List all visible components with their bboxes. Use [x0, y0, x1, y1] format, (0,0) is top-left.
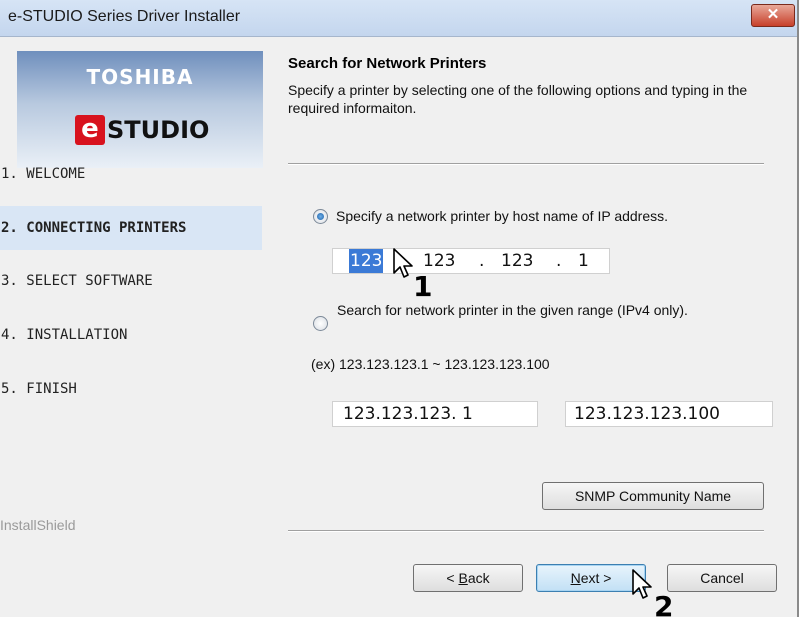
host-name-option-label[interactable]: Specify a network printer by host name o…: [336, 207, 786, 225]
ip-octet-4[interactable]: 1: [578, 249, 589, 273]
step-label: 1. WELCOME: [1, 166, 86, 182]
next-mnemonic: N: [570, 570, 581, 586]
next-button[interactable]: Next >: [536, 564, 646, 592]
title-bar[interactable]: e-STUDIO Series Driver Installer ✕: [0, 0, 797, 37]
brand-logo: TOSHIBA e STUDIO: [17, 51, 263, 168]
ip-octet-3[interactable]: 123: [501, 249, 533, 273]
cancel-button[interactable]: Cancel: [667, 564, 777, 592]
step-label: 2. CONNECTING PRINTERS: [1, 220, 187, 236]
page-title: Search for Network Printers: [288, 55, 487, 72]
estudio-logo-text: STUDIO: [107, 116, 210, 144]
step-label: 4. INSTALLATION: [1, 327, 128, 343]
ip-range-option-label[interactable]: Search for network printer in the given …: [337, 301, 737, 319]
step-finish: 5. FINISH: [0, 367, 262, 411]
snmp-community-name-button[interactable]: SNMP Community Name: [542, 482, 764, 510]
range-start-ip-field[interactable]: 123.123.123. 1: [332, 401, 538, 427]
installshield-label: InstallShield: [0, 517, 76, 533]
host-name-radio[interactable]: [313, 209, 328, 224]
range-end-ip-field[interactable]: 123.123.123.100: [565, 401, 773, 427]
header-divider: [288, 163, 764, 165]
page-description: Specify a printer by selecting one of th…: [288, 82, 748, 116]
step-select-software: 3. SELECT SOFTWARE: [0, 259, 262, 303]
footer-divider: [288, 530, 764, 532]
callout-number-2: 2: [654, 590, 674, 623]
toshiba-logo-text: TOSHIBA: [86, 65, 194, 89]
ip-octet-1[interactable]: 123: [349, 249, 384, 273]
sidebar: TOSHIBA e STUDIO 1. WELCOME 2. CONNECTIN…: [0, 37, 270, 617]
ip-dot: .: [556, 251, 562, 271]
ip-range-example: (ex) 123.123.123.1 ~ 123.123.123.100: [311, 356, 550, 372]
main-panel: Search for Network Printers Specify a pr…: [270, 37, 797, 617]
step-label: 5. FINISH: [1, 381, 77, 397]
window-title: e-STUDIO Series Driver Installer: [8, 8, 241, 25]
close-button[interactable]: ✕: [751, 4, 795, 27]
back-button[interactable]: < Back: [413, 564, 523, 592]
ip-address-field[interactable]: 123 . 123 . 123 . 1: [332, 248, 610, 274]
step-connecting-printers: 2. CONNECTING PRINTERS: [0, 206, 262, 250]
step-installation: 4. INSTALLATION: [0, 313, 262, 357]
ip-dot: .: [479, 251, 485, 271]
close-icon: ✕: [766, 6, 780, 23]
estudio-logo-e: e: [75, 115, 105, 145]
step-label: 3. SELECT SOFTWARE: [1, 273, 153, 289]
installer-window: e-STUDIO Series Driver Installer ✕ TOSHI…: [0, 0, 799, 617]
estudio-logo: e STUDIO: [75, 113, 209, 147]
ip-range-radio[interactable]: [313, 316, 328, 331]
step-welcome: 1. WELCOME: [0, 152, 262, 196]
back-mnemonic: B: [458, 570, 468, 586]
callout-number-1: 1: [413, 270, 433, 303]
